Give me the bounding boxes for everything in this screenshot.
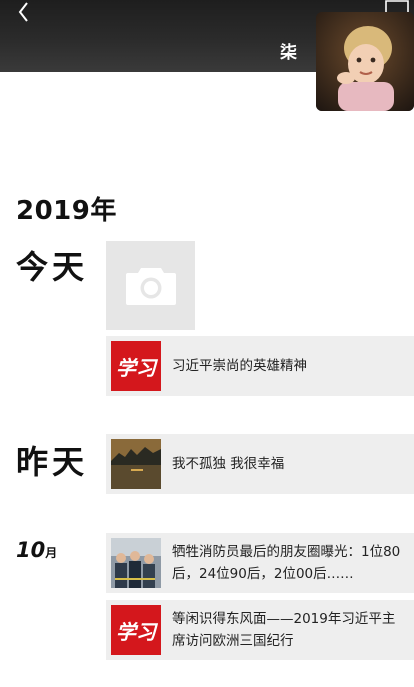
post-title: 习近平崇尚的英雄精神 <box>172 358 307 374</box>
xuexi-logo-thumbnail: 学习 <box>111 341 161 391</box>
firefighters-photo-thumbnail <box>111 538 161 588</box>
xuexi-logo-thumbnail: 学习 <box>111 605 161 655</box>
month-unit: 月 <box>45 546 58 560</box>
day-label-today: 今天 <box>16 248 89 286</box>
day-label-october: 10月 <box>16 538 57 562</box>
camera-icon <box>125 267 176 305</box>
username[interactable]: 柒 <box>280 38 297 63</box>
post-title: 我不孤独 我很幸福 <box>172 456 285 472</box>
sunset-photo-thumbnail <box>111 439 161 489</box>
back-button[interactable] <box>12 0 36 24</box>
add-photo-button[interactable] <box>106 241 195 330</box>
day-label-yesterday: 昨天 <box>16 443 89 481</box>
list-item[interactable]: 我不孤独 我很幸福 <box>106 434 414 494</box>
post-title: 牺牲消防员最后的朋友圈曝光：1位80后，24位90后，2位00后…… <box>172 544 401 582</box>
chevron-left-icon <box>18 2 28 22</box>
list-item[interactable]: 牺牲消防员最后的朋友圈曝光：1位80后，24位90后，2位00后…… <box>106 533 414 593</box>
list-item[interactable]: 学习 等闲识得东风面——2019年习近平主席访问欧洲三国纪行 <box>106 600 414 660</box>
post-title: 等闲识得东风面——2019年习近平主席访问欧洲三国纪行 <box>172 611 396 649</box>
year-label: 2019年 <box>16 196 117 226</box>
avatar[interactable] <box>316 12 414 111</box>
month-number: 10 <box>16 538 46 562</box>
list-item[interactable]: 学习 习近平崇尚的英雄精神 <box>106 336 414 396</box>
